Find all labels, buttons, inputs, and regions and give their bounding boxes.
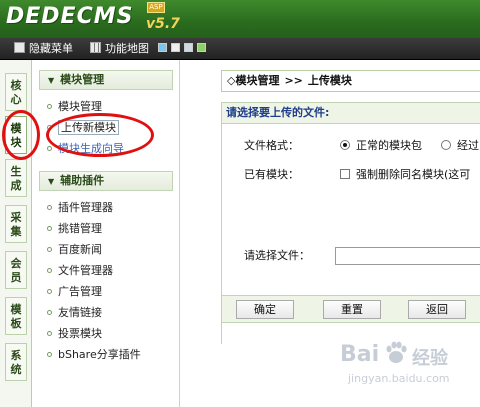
menu-item-module-management[interactable]: 模块管理 xyxy=(47,98,102,116)
force-delete-checkbox[interactable] xyxy=(340,169,350,179)
paw-icon xyxy=(384,340,408,364)
menu-item-label: 百度新闻 xyxy=(58,243,102,256)
menu-item-label: 模块生成向导 xyxy=(58,142,124,155)
menu-item-label: 友情链接 xyxy=(58,306,102,319)
menu-section-title: 辅助插件 xyxy=(60,174,105,187)
breadcrumb-root[interactable]: ◇模块管理 xyxy=(227,74,279,87)
menu-item-label: 模块管理 xyxy=(58,100,102,113)
back-button[interactable]: 返回 xyxy=(408,300,466,319)
menu-item-plugin-manager[interactable]: 插件管理器 xyxy=(47,199,113,217)
collapse-triangle-icon: ▼ xyxy=(48,76,55,85)
form-title: 请选择要上传的文件: xyxy=(222,102,480,124)
upload-form: 请选择要上传的文件: 文件格式： 正常的模块包 经过 已有模块： 强制删除同名模… xyxy=(221,102,480,344)
function-map-button[interactable]: 功能地图 xyxy=(90,41,149,57)
watermark-url: jingyan.baidu.com xyxy=(348,372,450,385)
menu-item-baidu-news[interactable]: 百度新闻 xyxy=(47,241,102,259)
tab-generate[interactable]: 生成 xyxy=(5,159,27,197)
choose-file-label: 请选择文件： xyxy=(244,249,310,262)
theme-swatch-gray[interactable] xyxy=(184,43,193,52)
watermark-brand-cn: 经验 xyxy=(412,348,448,369)
bullet-icon xyxy=(47,146,52,151)
theme-swatch-blue[interactable] xyxy=(158,43,167,52)
app-header: DEDECMS ASP v5.7 xyxy=(0,0,480,38)
breadcrumb-separator: >> xyxy=(284,74,303,87)
format-option-normal-label: 正常的模块包 xyxy=(356,139,422,152)
bullet-icon xyxy=(47,104,52,109)
menu-item-module-wizard[interactable]: 模块生成向导 xyxy=(47,140,124,158)
file-path-input[interactable] xyxy=(335,247,480,265)
version-label: v5.7 xyxy=(146,16,180,32)
menu-item-file-manager[interactable]: 文件管理器 xyxy=(47,262,113,280)
tab-system[interactable]: 系统 xyxy=(5,343,27,381)
theme-swatch-white[interactable] xyxy=(171,43,180,52)
menu-section-title: 模块管理 xyxy=(60,73,105,86)
file-format-label: 文件格式： xyxy=(244,139,299,152)
menu-item-label: 投票模块 xyxy=(58,327,102,340)
force-delete-option[interactable]: 强制删除同名模块(这可 xyxy=(340,167,470,183)
bullet-icon xyxy=(47,125,52,130)
menu-item-vote-module[interactable]: 投票模块 xyxy=(47,325,102,343)
menu-item-label: 广告管理 xyxy=(58,285,102,298)
breadcrumb: ◇模块管理 >> 上传模块 xyxy=(221,70,480,92)
breadcrumb-current: 上传模块 xyxy=(307,74,352,87)
top-toolbar: 隐藏菜单 功能地图 xyxy=(0,38,480,60)
bullet-icon xyxy=(47,310,52,315)
radio-normal-package[interactable] xyxy=(340,140,350,150)
format-option-normal[interactable]: 正常的模块包 xyxy=(340,138,422,154)
menu-item-label: 文件管理器 xyxy=(58,264,113,277)
theme-swatch-green[interactable] xyxy=(197,43,206,52)
menu-item-bshare-plugin[interactable]: bShare分享插件 xyxy=(47,346,141,364)
hide-menu-label: 隐藏菜单 xyxy=(29,42,73,55)
bullet-icon xyxy=(47,247,52,252)
menu-section-module-management[interactable]: ▼ 模块管理 xyxy=(39,70,173,90)
menu-item-ad-management[interactable]: 广告管理 xyxy=(47,283,102,301)
radio-other-package[interactable] xyxy=(441,140,451,150)
menu-item-label: 挑错管理 xyxy=(58,222,102,235)
menu-item-label: 插件管理器 xyxy=(58,201,113,214)
sidebar-menu: ▼ 模块管理 模块管理 上传新模块 模块生成向导 ▼ 辅助插件 插件管理器 挑错管理… xyxy=(33,60,180,407)
menu-section-plugins[interactable]: ▼ 辅助插件 xyxy=(39,171,173,191)
function-map-label: 功能地图 xyxy=(105,42,149,55)
bullet-icon xyxy=(47,268,52,273)
bullet-icon xyxy=(47,331,52,336)
baidu-jingyan-watermark: Bai 经验 jingyan.baidu.com xyxy=(340,340,480,400)
watermark-brand: Bai xyxy=(340,342,380,367)
force-delete-label: 强制删除同名模块(这可 xyxy=(356,168,471,181)
bullet-icon xyxy=(47,205,52,210)
bullet-icon xyxy=(47,352,52,357)
dedecms-admin-window: DEDECMS ASP v5.7 隐藏菜单 功能地图 核心 模块 生成 采集 会… xyxy=(0,0,480,407)
format-option-other-label: 经过 xyxy=(457,139,479,152)
menu-item-label: 上传新模块 xyxy=(58,120,119,135)
tab-core[interactable]: 核心 xyxy=(5,73,27,111)
hide-menu-icon xyxy=(14,42,25,53)
collapse-triangle-icon: ▼ xyxy=(48,177,55,186)
ok-button[interactable]: 确定 xyxy=(236,300,294,319)
tab-member[interactable]: 会员 xyxy=(5,251,27,289)
function-map-icon xyxy=(90,42,101,53)
tab-module[interactable]: 模块 xyxy=(5,116,27,154)
hide-menu-button[interactable]: 隐藏菜单 xyxy=(14,41,73,57)
category-tabs: 核心 模块 生成 采集 会员 模板 系统 xyxy=(0,60,32,407)
bullet-icon xyxy=(47,289,52,294)
menu-item-error-report[interactable]: 挑错管理 xyxy=(47,220,102,238)
menu-item-upload-module[interactable]: 上传新模块 xyxy=(47,119,119,137)
tab-template[interactable]: 模板 xyxy=(5,297,27,335)
reset-button[interactable]: 重置 xyxy=(323,300,381,319)
edition-badge: ASP xyxy=(147,2,165,13)
menu-item-friend-links[interactable]: 友情链接 xyxy=(47,304,102,322)
tab-collect[interactable]: 采集 xyxy=(5,205,27,243)
menu-item-label: bShare分享插件 xyxy=(58,348,141,361)
bullet-icon xyxy=(47,226,52,231)
existing-module-label: 已有模块： xyxy=(244,168,299,181)
form-button-bar: 确定 重置 返回 xyxy=(222,295,480,323)
dedecms-logo: DEDECMS xyxy=(6,4,134,29)
format-option-other[interactable]: 经过 xyxy=(441,138,479,154)
